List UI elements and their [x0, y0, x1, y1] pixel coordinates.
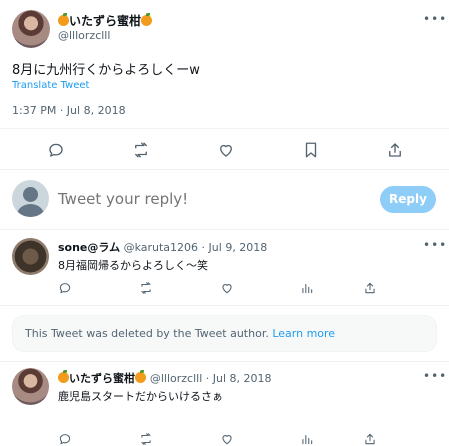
orange-emoji-icon — [58, 370, 69, 383]
main-tweet-avatar[interactable] — [12, 10, 50, 48]
divider — [0, 229, 449, 230]
divider — [0, 169, 449, 170]
like-icon[interactable] — [217, 141, 235, 159]
reply-text: 鹿児島スタートだからいけるさぁ — [58, 390, 223, 403]
reply-header: sone@ラム @karuta1206 · Jul 9, 2018 — [58, 241, 268, 254]
divider — [0, 305, 449, 306]
reply-date[interactable]: Jul 8, 2018 — [213, 372, 272, 385]
like-icon[interactable] — [220, 432, 234, 446]
share-icon[interactable] — [386, 141, 404, 159]
views-icon[interactable] — [300, 432, 314, 446]
orange-emoji-icon — [135, 370, 146, 383]
reply-icon[interactable] — [47, 141, 65, 159]
learn-more-link[interactable]: Learn more — [272, 327, 335, 340]
reply-icon[interactable] — [58, 281, 72, 295]
deleted-tweet-text: This Tweet was deleted by the Tweet auth… — [25, 327, 269, 340]
like-icon[interactable] — [220, 281, 234, 295]
deleted-tweet-notice: This Tweet was deleted by the Tweet auth… — [12, 315, 437, 352]
reply-input[interactable] — [58, 187, 358, 211]
main-tweet-author-name[interactable]: いたずら蜜柑 — [58, 12, 153, 29]
reply-author-name[interactable]: いたずら蜜柑 — [58, 370, 150, 385]
more-icon[interactable]: ••• — [423, 238, 447, 252]
share-icon[interactable] — [363, 432, 377, 446]
reply-avatar[interactable] — [12, 238, 49, 275]
reply-text: 8月福岡帰るからよろしく～笑 — [58, 259, 208, 272]
more-icon[interactable]: ••• — [423, 369, 447, 383]
reply-button[interactable]: Reply — [380, 186, 436, 213]
main-tweet-timestamp[interactable]: 1:37 PM · Jul 8, 2018 — [12, 104, 126, 117]
orange-emoji-icon — [141, 13, 153, 26]
current-user-avatar — [12, 180, 49, 217]
retweet-icon[interactable] — [139, 281, 153, 295]
retweet-icon[interactable] — [139, 432, 153, 446]
reply-icon[interactable] — [58, 432, 72, 446]
reply-author-name[interactable]: sone@ラム — [58, 241, 120, 254]
author-name-text: いたずら蜜柑 — [69, 14, 142, 28]
main-tweet-author-handle[interactable]: @lllorzclll — [58, 29, 110, 42]
divider — [0, 128, 449, 129]
orange-emoji-icon — [58, 13, 69, 26]
share-icon[interactable] — [363, 281, 377, 295]
reply-header: いたずら蜜柑 @lllorzclll · Jul 8, 2018 — [58, 370, 272, 386]
main-tweet-text: 8月に九州行くからよろしくーw — [12, 63, 200, 78]
translate-tweet-link[interactable]: Translate Tweet — [12, 80, 89, 91]
reply-author-handle[interactable]: @karuta1206 — [124, 241, 198, 254]
more-icon[interactable]: ••• — [423, 12, 447, 26]
reply-avatar[interactable] — [12, 368, 49, 405]
bookmark-icon[interactable] — [302, 141, 320, 159]
views-icon[interactable] — [300, 281, 314, 295]
reply-author-handle[interactable]: @lllorzclll — [150, 372, 202, 385]
divider — [0, 361, 449, 362]
reply-date[interactable]: Jul 9, 2018 — [209, 241, 268, 254]
retweet-icon[interactable] — [132, 141, 150, 159]
